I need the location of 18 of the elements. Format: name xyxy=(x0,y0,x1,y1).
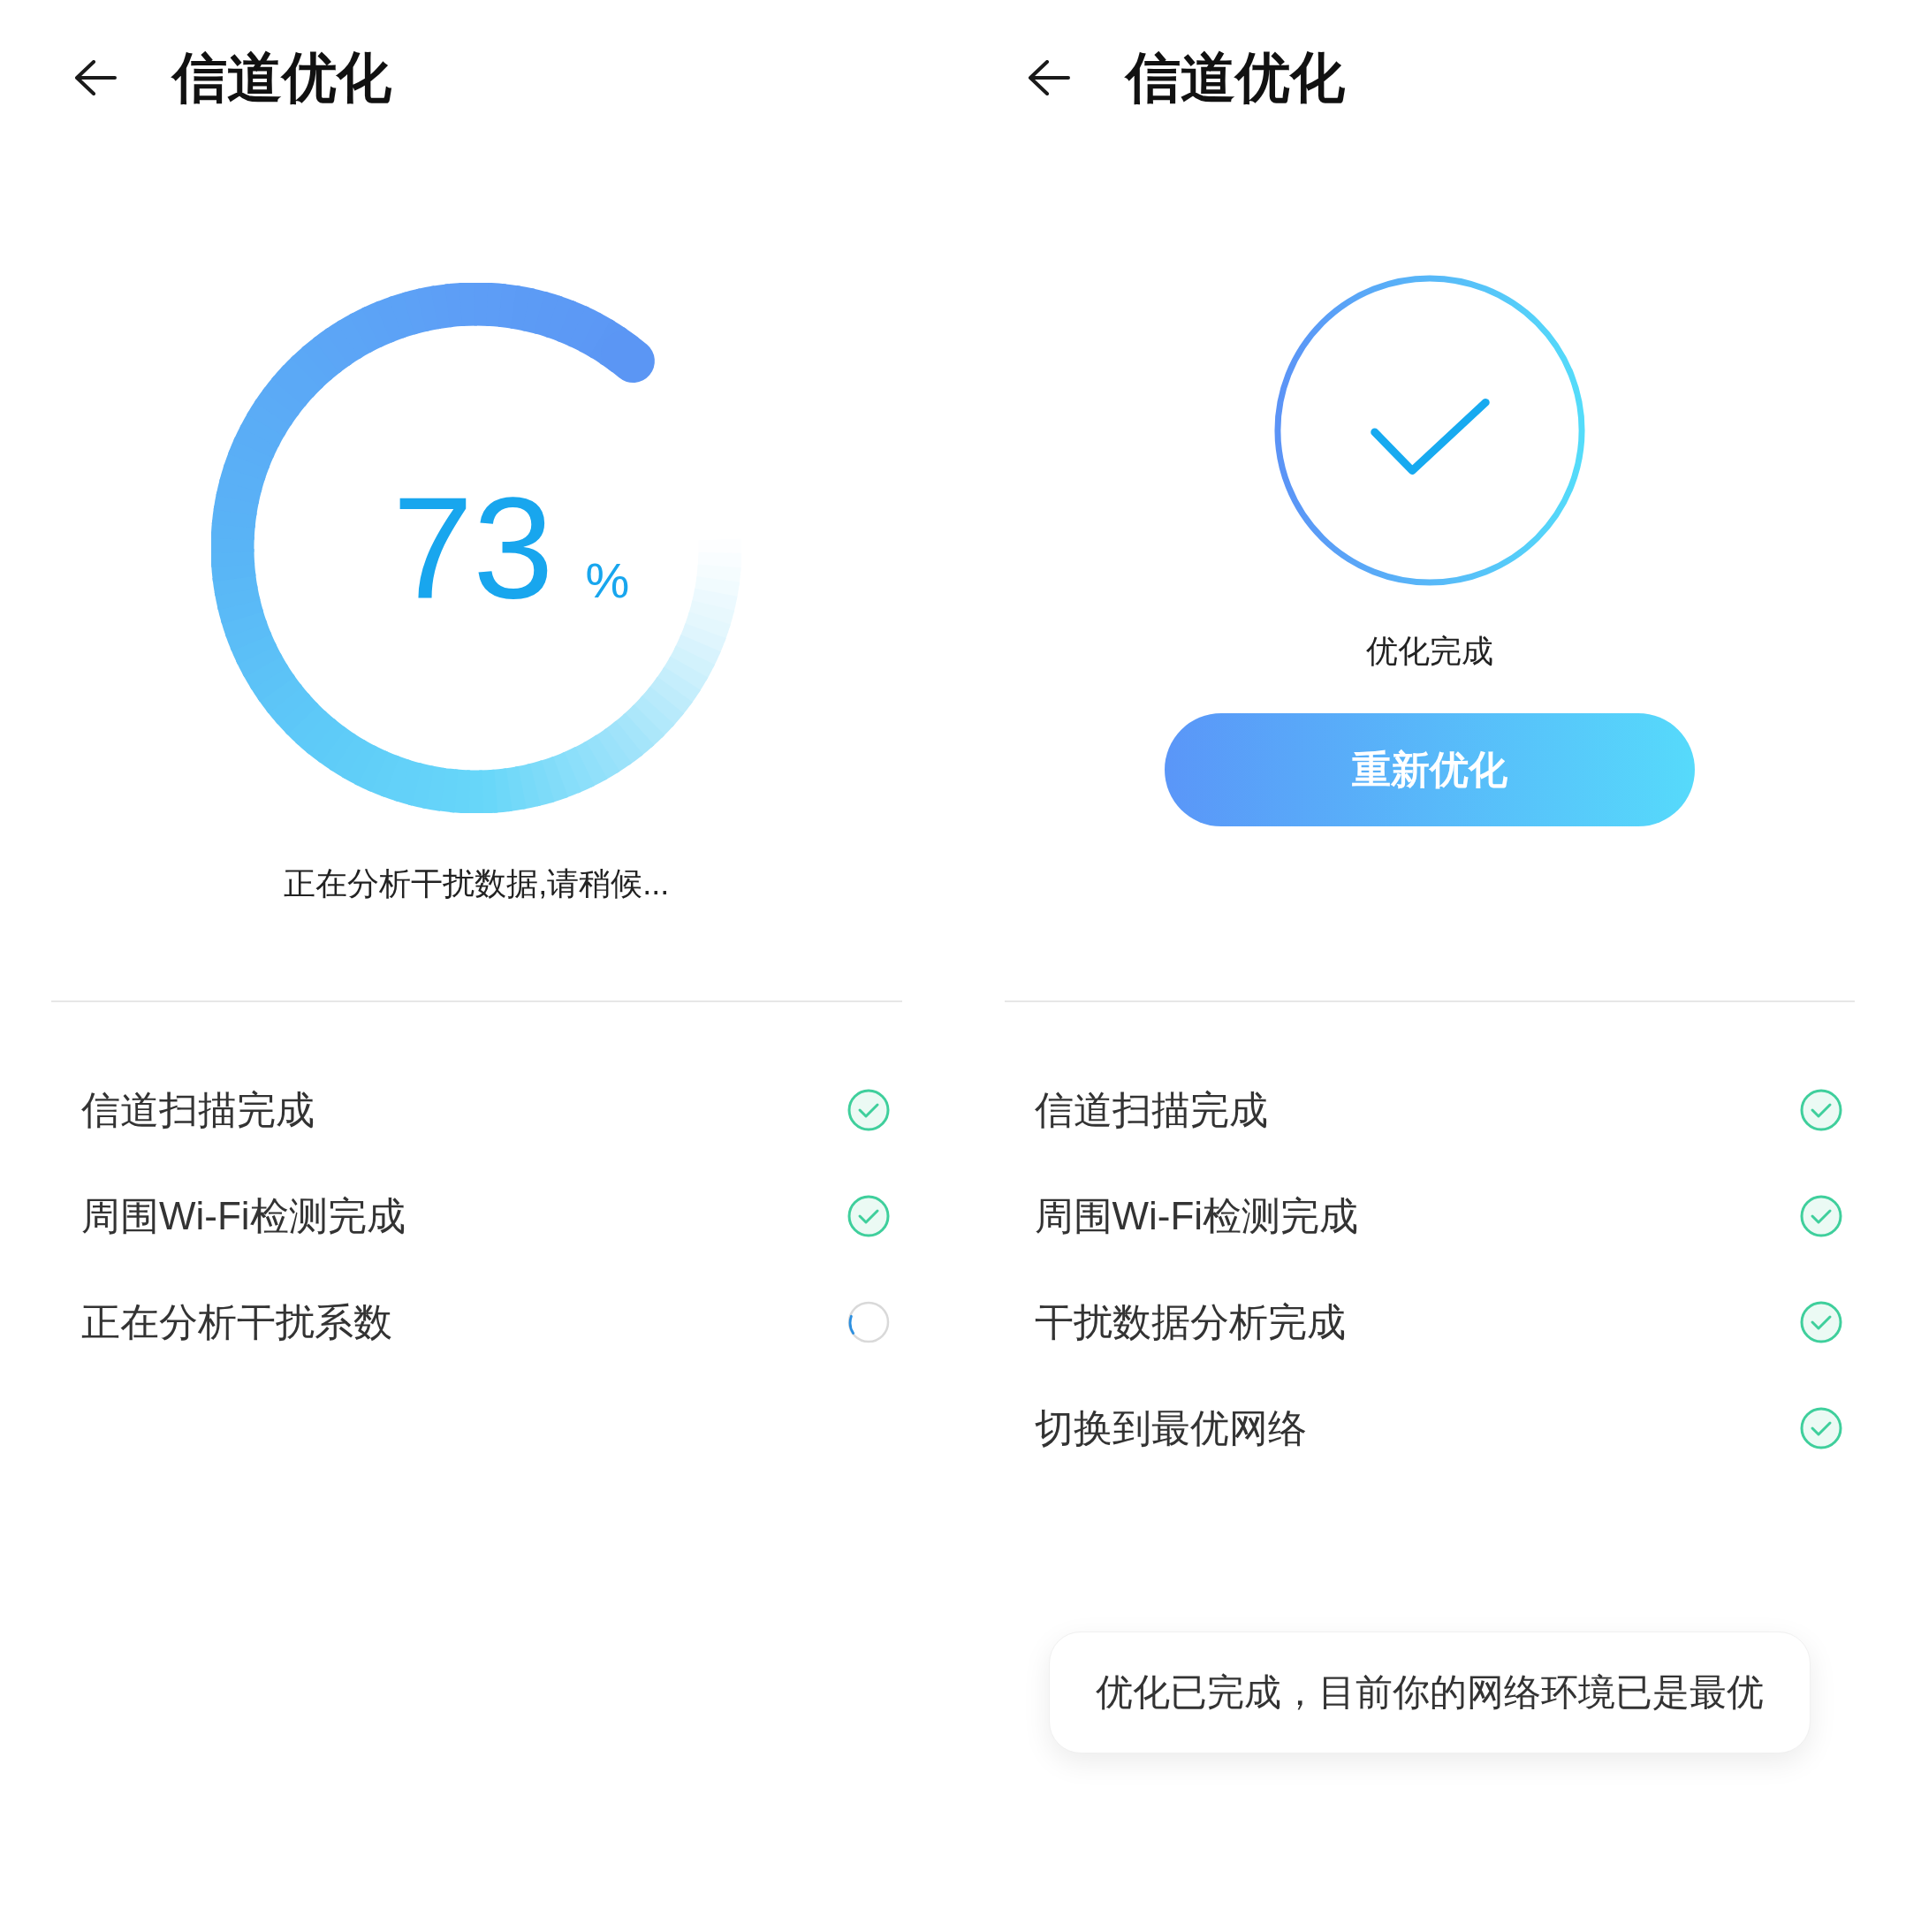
reoptimize-button[interactable]: 重新优化 xyxy=(1164,713,1695,826)
progress-value: 73 xyxy=(392,475,554,620)
success-check-icon xyxy=(1272,273,1587,588)
progress-status-text: 正在分析干扰数据,请稍候... xyxy=(284,864,670,902)
result-status-text: 优化完成 xyxy=(1365,632,1493,671)
back-arrow-icon[interactable] xyxy=(1027,60,1070,95)
step-label: 信道扫描完成 xyxy=(81,1086,315,1133)
step-label: 信道扫描完成 xyxy=(1034,1086,1268,1133)
page-title: 信道优化 xyxy=(1125,47,1345,109)
toast-message: 优化已完成，目前你的网络环境已是最优 xyxy=(1048,1632,1811,1753)
step-label: 切换到最优网络 xyxy=(1034,1404,1307,1451)
back-arrow-icon[interactable] xyxy=(74,60,117,95)
percent-sign: % xyxy=(585,556,630,605)
step-label: 干扰数据分析完成 xyxy=(1034,1298,1346,1345)
step-label: 周围Wi-Fi检测完成 xyxy=(1034,1192,1359,1239)
page-title: 信道优化 xyxy=(172,47,391,109)
step-label: 正在分析干扰系数 xyxy=(81,1298,392,1345)
step-label: 周围Wi-Fi检测完成 xyxy=(81,1192,406,1239)
